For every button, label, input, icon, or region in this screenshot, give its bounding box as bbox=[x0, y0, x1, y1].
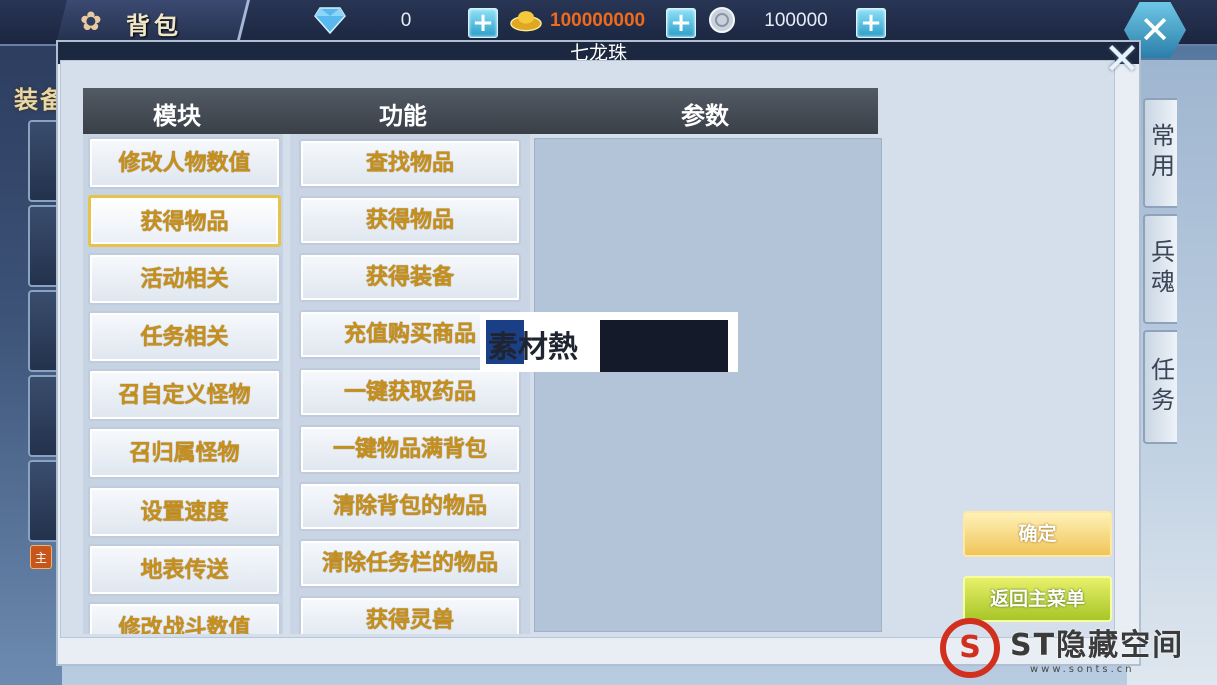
column-header-bar: 模块 功能 参数 bbox=[83, 88, 878, 134]
header-module: 模块 bbox=[153, 102, 201, 130]
function-item[interactable]: 清除任务栏的物品 bbox=[299, 539, 521, 588]
function-item[interactable]: 获得装备 bbox=[299, 253, 521, 302]
module-item[interactable]: 地表传送 bbox=[88, 544, 281, 596]
header-params: 参数 bbox=[681, 102, 729, 130]
module-item[interactable]: 修改战斗数值 bbox=[88, 602, 281, 634]
bag-title: 背包 bbox=[126, 12, 182, 40]
params-panel bbox=[534, 138, 882, 632]
st-watermark-url: www.sonts.cn bbox=[1030, 664, 1135, 675]
watermark-redaction bbox=[600, 320, 728, 372]
module-item-selected[interactable]: 获得物品 bbox=[88, 195, 281, 247]
function-item[interactable]: 一键获取药品 bbox=[299, 368, 521, 417]
gold-value: 100000000 bbox=[550, 10, 646, 31]
add-gold-button[interactable]: + bbox=[666, 8, 696, 38]
function-item[interactable]: 清除背包的物品 bbox=[299, 482, 521, 531]
back-to-main-menu-button[interactable]: 返回主菜单 bbox=[963, 576, 1112, 622]
silver-value: 100000 bbox=[764, 10, 828, 31]
tab-soldier-soul[interactable]: 兵魂 bbox=[1143, 214, 1177, 324]
st-watermark-text: ST隐藏空间 bbox=[1010, 628, 1185, 663]
close-dialog-icon[interactable]: ✕ bbox=[1100, 38, 1144, 82]
tab-quest[interactable]: 任务 bbox=[1143, 330, 1177, 444]
module-item[interactable]: 设置速度 bbox=[88, 486, 281, 538]
st-logo-icon: S bbox=[940, 618, 1000, 678]
module-item[interactable]: 任务相关 bbox=[88, 311, 281, 363]
list-viewport: 修改人物数值 获得物品 活动相关 任务相关 召自定义怪物 召归属怪物 设置速度 … bbox=[0, 134, 540, 634]
tab-common[interactable]: 常用 bbox=[1143, 98, 1177, 208]
module-item[interactable]: 活动相关 bbox=[88, 253, 281, 305]
sucai-watermark: 素材熱 bbox=[480, 312, 738, 372]
gold-ingot-icon bbox=[510, 11, 542, 32]
module-item[interactable]: 修改人物数值 bbox=[88, 137, 281, 189]
function-item[interactable]: 获得物品 bbox=[299, 196, 521, 245]
function-item[interactable]: 一键物品满背包 bbox=[299, 425, 521, 474]
function-item[interactable]: 查找物品 bbox=[299, 139, 521, 188]
confirm-button[interactable]: 确定 bbox=[963, 511, 1112, 557]
bag-flower-icon: ✿ bbox=[80, 7, 102, 37]
add-diamond-button[interactable]: + bbox=[468, 8, 498, 38]
module-item[interactable]: 召自定义怪物 bbox=[88, 369, 281, 421]
watermark-text: 素材熱 bbox=[488, 330, 578, 365]
diamond-value: 0 bbox=[400, 10, 412, 31]
function-item[interactable]: 获得灵兽 bbox=[299, 596, 521, 634]
header-function: 功能 bbox=[379, 102, 427, 130]
add-silver-button[interactable]: + bbox=[856, 8, 886, 38]
module-item[interactable]: 召归属怪物 bbox=[88, 427, 281, 479]
